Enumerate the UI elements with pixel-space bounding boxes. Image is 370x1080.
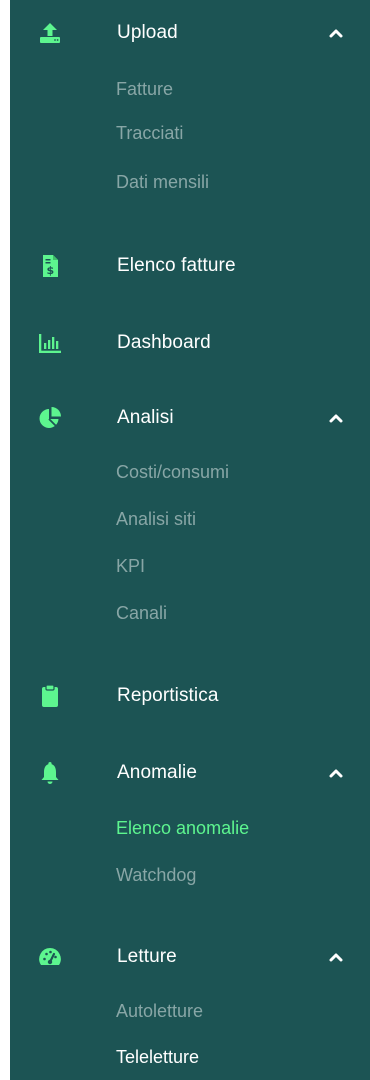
menu-elenco-fatture-label: Elenco fatture [117,255,236,276]
submenu-elenco-anomalie[interactable]: Elenco anomalie [116,813,249,843]
menu-analisi[interactable]: Analisi [10,398,370,438]
submenu-costi-consumi[interactable]: Costi/consumi [116,457,229,487]
submenu-tracciati[interactable]: Tracciati [116,118,183,148]
submenu-kpi[interactable]: KPI [116,551,145,581]
chevron-up-icon[interactable] [328,951,344,963]
menu-letture[interactable]: Letture [10,937,370,977]
submenu-fatture[interactable]: Fatture [116,74,173,104]
gauge-icon [39,948,61,965]
bar-chart-icon [39,334,61,353]
submenu-watchdog[interactable]: Watchdog [116,860,196,890]
chevron-up-icon[interactable] [328,767,344,779]
submenu-analisi-siti[interactable]: Analisi siti [116,504,196,534]
menu-upload-label: Upload [117,22,178,43]
menu-dashboard[interactable]: Dashboard [10,323,370,363]
menu-anomalie-label: Anomalie [117,762,198,783]
chevron-up-icon[interactable] [328,27,344,39]
upload-icon [40,23,60,43]
pie-chart-icon [39,407,61,428]
svg-text:$: $ [46,264,54,277]
menu-elenco-fatture[interactable]: $ Elenco fatture [10,246,370,286]
clipboard-icon [42,684,58,707]
menu-dashboard-label: Dashboard [117,332,211,353]
submenu-dati-mensili[interactable]: Dati mensili [116,167,209,197]
submenu-teleletture[interactable]: Teleletture [116,1042,199,1072]
chevron-up-icon[interactable] [328,412,344,424]
bell-icon [41,762,59,784]
invoice-icon: $ [43,255,58,277]
menu-analisi-label: Analisi [117,407,174,428]
submenu-canali[interactable]: Canali [116,598,167,628]
menu-anomalie[interactable]: Anomalie [10,753,370,793]
menu-reportistica[interactable]: Reportistica [10,676,370,716]
menu-letture-label: Letture [117,946,177,967]
sidebar-nav: Upload Fatture Tracciati Dati mensili $ … [10,0,370,1080]
menu-reportistica-label: Reportistica [117,685,219,706]
menu-upload[interactable]: Upload [10,13,370,53]
submenu-autoletture[interactable]: Autoletture [116,996,203,1026]
